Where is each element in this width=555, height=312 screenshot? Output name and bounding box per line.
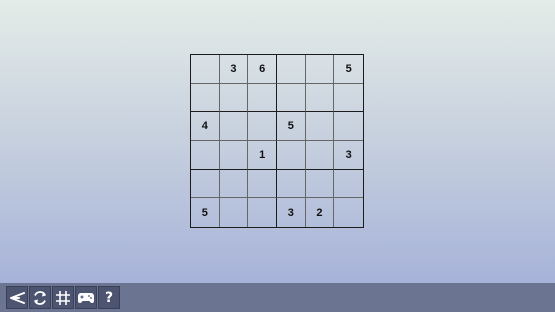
grid-hash-icon <box>56 290 70 305</box>
board-cell[interactable]: 6 <box>248 55 277 84</box>
board-cell[interactable] <box>219 83 249 113</box>
board-cell[interactable]: 3 <box>277 198 306 227</box>
back-button[interactable] <box>6 286 28 309</box>
board-cell[interactable] <box>219 140 249 170</box>
board-cell[interactable] <box>305 55 335 84</box>
board-cell[interactable] <box>248 169 277 199</box>
board-cell[interactable] <box>219 112 249 141</box>
board-cell[interactable] <box>305 83 335 113</box>
board-cell[interactable]: 5 <box>276 112 306 141</box>
bottom-toolbar: ? <box>6 286 120 309</box>
refresh-icon <box>34 290 46 305</box>
board-cell[interactable] <box>305 112 335 141</box>
help-icon: ? <box>104 289 114 306</box>
board-cell[interactable] <box>276 169 306 199</box>
board-cell[interactable] <box>248 112 277 141</box>
board-cell[interactable] <box>219 169 249 199</box>
help-button[interactable]: ? <box>98 286 120 309</box>
board-cell[interactable]: 3 <box>334 141 363 170</box>
board-cell[interactable] <box>334 112 363 141</box>
board-cell[interactable] <box>191 140 220 170</box>
board-cell[interactable] <box>191 169 220 199</box>
back-arrow-icon <box>10 291 25 304</box>
board-cell[interactable]: 1 <box>248 140 277 170</box>
games-button[interactable] <box>75 286 97 309</box>
sudoku-board: 3654513532 <box>190 54 364 228</box>
board-cell[interactable] <box>220 198 249 227</box>
gamepad-icon <box>78 292 94 303</box>
board-cell[interactable] <box>276 83 306 113</box>
board-cell[interactable]: 5 <box>191 198 220 227</box>
type-button[interactable] <box>52 286 74 309</box>
restart-button[interactable] <box>29 286 51 309</box>
board-cell[interactable] <box>191 83 220 113</box>
board-cell[interactable]: 5 <box>334 55 363 84</box>
board-cell[interactable] <box>305 140 335 170</box>
board-cell[interactable] <box>334 198 363 227</box>
board-cell[interactable]: 2 <box>306 198 335 227</box>
board-cell[interactable] <box>334 170 363 199</box>
board-cell[interactable] <box>276 140 306 170</box>
board-cell[interactable] <box>305 169 335 199</box>
board-cell[interactable] <box>191 55 220 84</box>
board-cell[interactable] <box>276 55 306 84</box>
board-cell[interactable] <box>334 84 363 113</box>
board-cell[interactable] <box>248 83 277 113</box>
board-cell[interactable] <box>248 198 277 227</box>
board-cell[interactable]: 4 <box>191 112 220 141</box>
board-cell[interactable]: 3 <box>219 55 249 84</box>
